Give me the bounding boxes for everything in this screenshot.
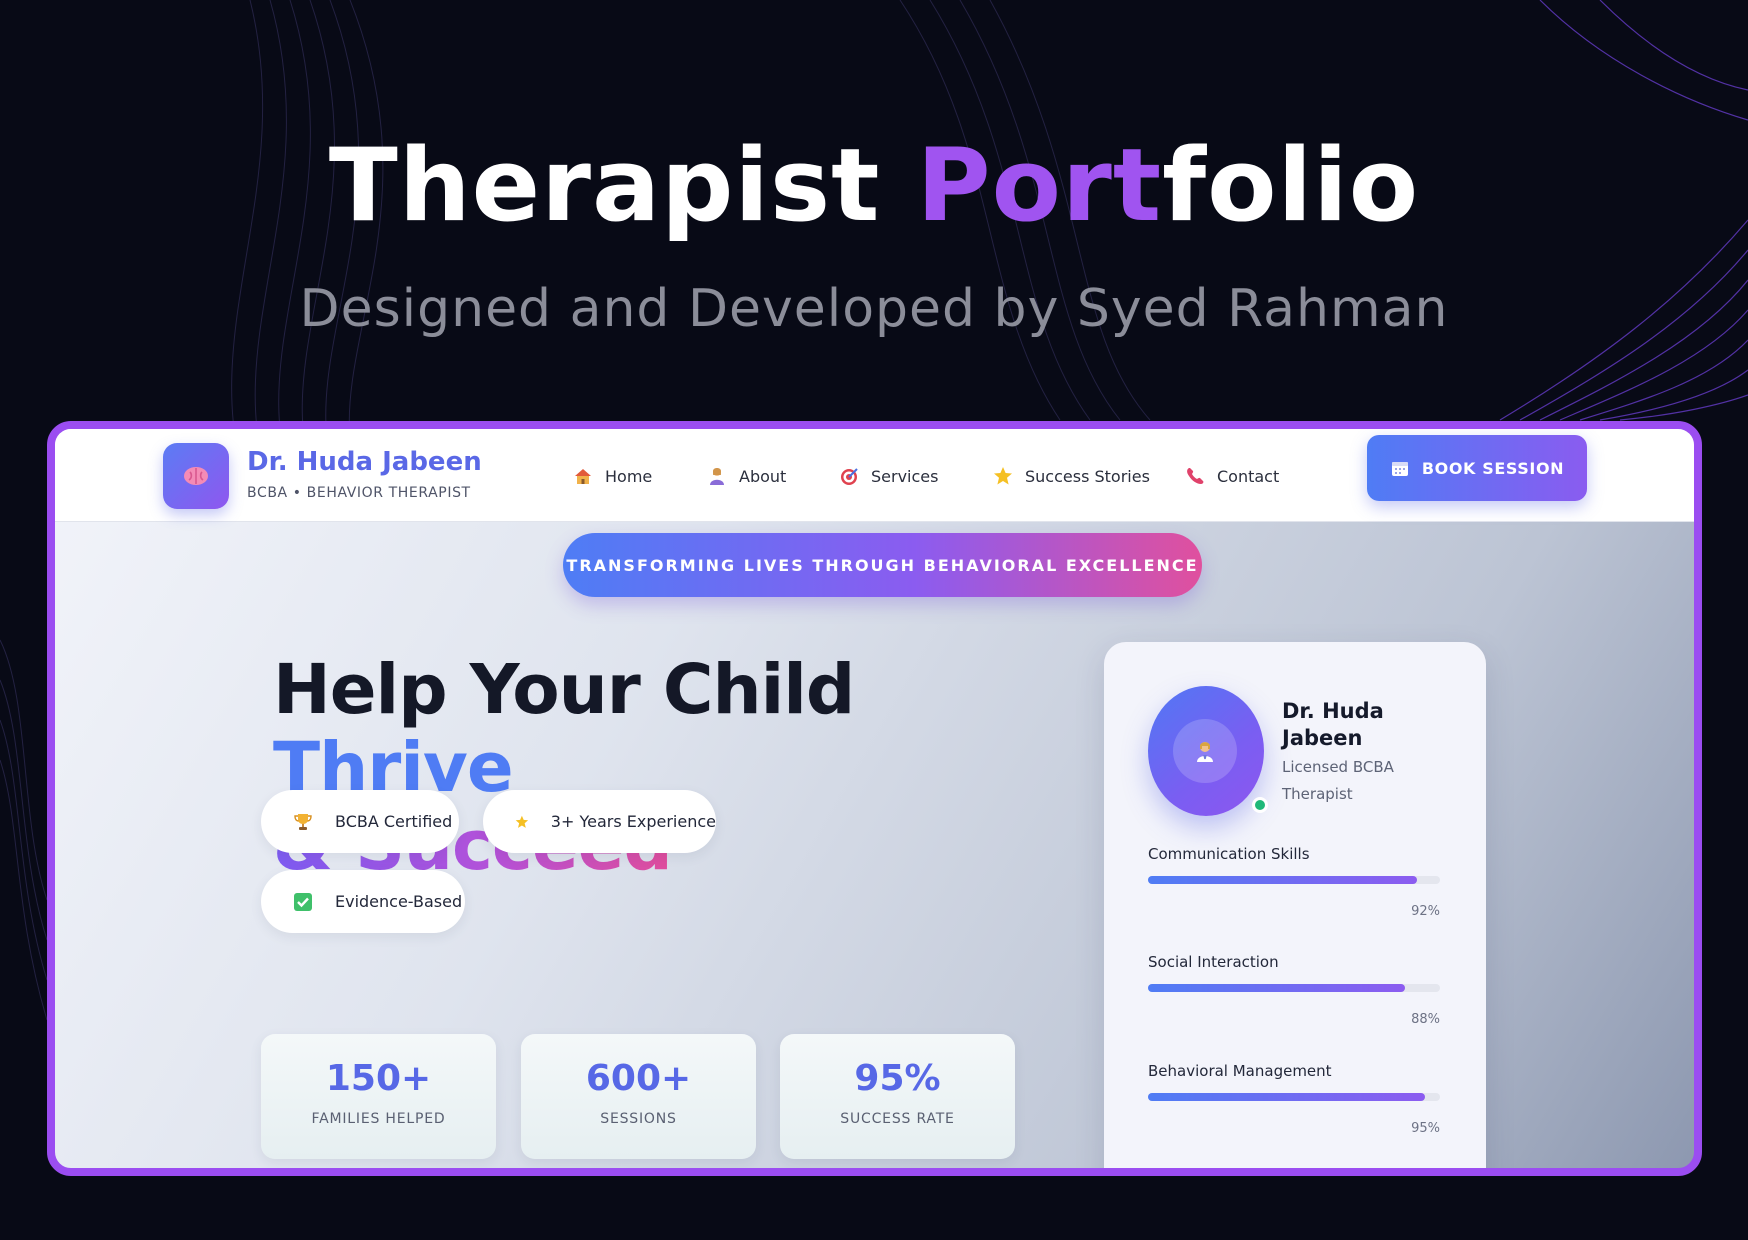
stat-card-sessions: 600+ SESSIONS <box>521 1034 756 1159</box>
nav-label-contact: Contact <box>1217 466 1280 486</box>
poster-title: Therapist Portfolio <box>0 120 1748 250</box>
stat-card-families: 150+ FAMILIES HELPED <box>261 1034 496 1159</box>
skill-label-communication: Communication Skills <box>1148 845 1310 863</box>
logo[interactable] <box>163 443 229 509</box>
skill-percent-behavioral: 95% <box>1411 1121 1440 1136</box>
skill-label-social: Social Interaction <box>1148 953 1279 971</box>
brain-icon <box>184 467 208 485</box>
poster: Therapist Portfolio Designed and Develop… <box>0 0 1748 1240</box>
star-icon <box>994 467 1012 485</box>
title-part-2: Port <box>916 126 1163 244</box>
trophy-icon <box>294 813 312 830</box>
brand-tagline: BCBA • BEHAVIOR THERAPIST <box>247 485 471 501</box>
skill-bar-communication <box>1148 876 1440 884</box>
calendar-icon <box>1391 462 1408 476</box>
nav-label-home: Home <box>605 466 653 486</box>
nav-item-about[interactable]: About <box>707 459 786 493</box>
person-icon <box>710 468 724 485</box>
badge-experience: 3+ Years Experience <box>483 790 716 853</box>
stat-value: 150+ <box>325 1058 432 1099</box>
target-icon <box>841 468 858 485</box>
stat-label: FAMILIES HELPED <box>311 1111 446 1127</box>
nav-item-contact[interactable]: Contact <box>1185 459 1279 493</box>
skill-bar-social <box>1148 984 1440 992</box>
title-part-1: Therapist <box>328 126 917 244</box>
badge-label: 3+ Years Experience <box>550 812 716 831</box>
online-status-indicator <box>1252 797 1268 813</box>
skill-fill <box>1148 984 1405 992</box>
badge-label: BCBA Certified <box>335 812 453 831</box>
house-icon <box>575 469 591 484</box>
poster-subtitle: Designed and Developed by Syed Rahman <box>299 279 1449 339</box>
brand-name[interactable]: Dr. Huda Jabeen <box>247 447 482 477</box>
stat-card-success-rate: 95% SUCCESS RATE <box>780 1034 1015 1159</box>
skill-fill <box>1148 876 1417 884</box>
skill-percent-communication: 92% <box>1411 904 1440 919</box>
stat-label: SESSIONS <box>600 1111 677 1127</box>
avatar-inner <box>1173 719 1237 783</box>
nav-label-about: About <box>739 466 787 486</box>
phone-icon <box>1187 468 1204 484</box>
profile-role: Licensed BCBA Therapist <box>1282 758 1394 803</box>
stat-label: SUCCESS RATE <box>840 1111 955 1127</box>
skill-fill <box>1148 1093 1426 1101</box>
badge-label: Evidence-Based <box>335 892 463 911</box>
star-icon <box>515 815 529 828</box>
nav-label-services: Services <box>871 466 939 486</box>
skill-bar-behavioral <box>1148 1093 1440 1101</box>
website-frame: Dr. Huda Jabeen BCBA • BEHAVIOR THERAPIS… <box>47 421 1702 1176</box>
navbar: Dr. Huda Jabeen BCBA • BEHAVIOR THERAPIS… <box>55 429 1694 522</box>
profile-card: Dr. Huda Jabeen Licensed BCBA Therapist … <box>1104 642 1486 1168</box>
nav-item-home[interactable]: Home <box>573 459 652 493</box>
doctor-icon <box>1197 742 1213 762</box>
badge-evidence-based: Evidence-Based <box>261 870 465 933</box>
nav-item-success-stories[interactable]: Success Stories <box>993 459 1150 493</box>
badge-bcba-certified: BCBA Certified <box>261 790 459 853</box>
headline-part-1: Help Your Child <box>273 650 855 730</box>
nav-label-success-stories: Success Stories <box>1025 466 1150 486</box>
tagline-banner: TRANSFORMING LIVES THROUGH BEHAVIORAL EX… <box>563 533 1202 597</box>
book-session-button[interactable]: BOOK SESSION <box>1367 435 1587 501</box>
stat-value: 600+ <box>585 1058 692 1099</box>
checkmark-icon <box>294 892 312 911</box>
profile-name: Dr. Huda Jabeen <box>1282 699 1384 750</box>
skill-label-behavioral: Behavioral Management <box>1148 1062 1332 1080</box>
avatar <box>1148 686 1264 816</box>
stat-value: 95% <box>854 1058 941 1099</box>
book-session-label: BOOK SESSION <box>1421 458 1565 478</box>
nav-item-services[interactable]: Services <box>839 459 938 493</box>
title-part-3: folio <box>1162 126 1420 244</box>
skill-percent-social: 88% <box>1411 1012 1440 1027</box>
